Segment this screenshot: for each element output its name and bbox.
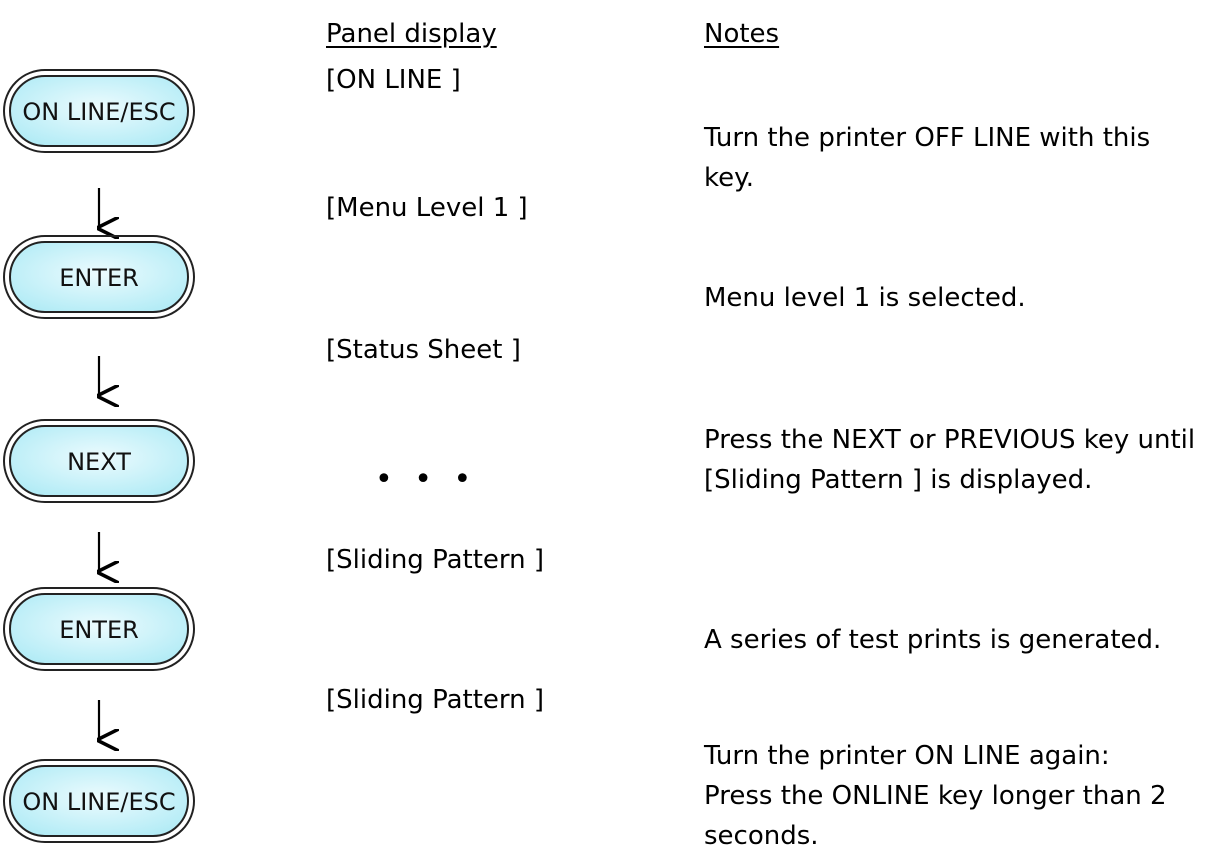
panel-display-ellipsis: • • •	[375, 462, 478, 497]
enter-key-1[interactable]: ENTER	[3, 235, 195, 319]
key-label: ENTER	[59, 616, 139, 644]
panel-display-status-sheet: [Status Sheet ]	[326, 335, 521, 365]
next-key[interactable]: NEXT	[3, 419, 195, 503]
key-label: NEXT	[67, 448, 131, 476]
panel-display-sliding-pattern-1: [Sliding Pattern ]	[326, 545, 545, 575]
note-next-previous: Press the NEXT or PREVIOUS key until [Sl…	[704, 425, 1196, 495]
online-esc-key-1[interactable]: ON LINE/ESC	[3, 69, 195, 153]
panel-display-header: Panel display	[326, 19, 497, 49]
panel-display-online: [ON LINE ]	[326, 65, 461, 95]
online-esc-key-2[interactable]: ON LINE/ESC	[3, 759, 195, 843]
notes-header: Notes	[704, 19, 780, 49]
panel-display-sliding-pattern-2: [Sliding Pattern ]	[326, 685, 545, 715]
panel-display-menu-level: [Menu Level 1 ]	[326, 193, 528, 223]
note-test-prints: A series of test prints is generated.	[704, 625, 1162, 655]
note-offline: Turn the printer OFF LINE with this key.	[704, 123, 1151, 193]
key-label: ON LINE/ESC	[22, 98, 175, 126]
note-menu-level: Menu level 1 is selected.	[704, 283, 1026, 313]
key-label: ENTER	[59, 264, 139, 292]
key-sequence: ON LINE/ESC ENTER NEXT ENTER ON LINE/ESC	[3, 69, 195, 843]
note-online-again: Turn the printer ON LINE again: Press th…	[704, 741, 1167, 851]
key-label: ON LINE/ESC	[22, 788, 175, 816]
enter-key-2[interactable]: ENTER	[3, 587, 195, 671]
